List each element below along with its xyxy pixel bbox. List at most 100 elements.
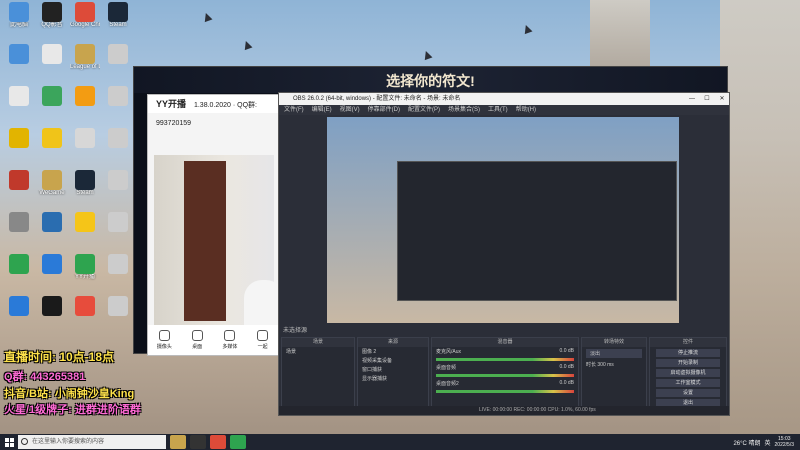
app-icon — [75, 296, 95, 316]
close-icon[interactable]: ✕ — [715, 93, 729, 105]
scene-item[interactable]: 场景 — [282, 347, 354, 356]
volume-meter[interactable] — [436, 374, 574, 377]
desktop-icon[interactable] — [4, 44, 34, 64]
virtual-camera-button[interactable]: 启动虚拟摄像机 — [656, 369, 720, 377]
windows-logo-icon — [4, 437, 14, 447]
desktop-icon[interactable] — [37, 128, 67, 148]
obs-menubar: 文件(F) 编辑(E) 视图(V) 停靠部件(D) 配置文件(P) 场景集合(S) 工具(T… — [279, 105, 729, 115]
app-icon — [75, 170, 95, 190]
desktop-icon[interactable] — [37, 212, 67, 232]
desktop-icon[interactable]: 此电脑 — [4, 2, 34, 29]
taskbar-clock[interactable]: 15:03 2022/5/3 — [775, 436, 794, 448]
app-icon — [42, 212, 62, 232]
desktop-icon[interactable] — [4, 170, 34, 190]
pigeon-decoration: ▲ — [237, 34, 257, 54]
obs-menu-item[interactable]: 视图(V) — [340, 105, 360, 115]
desktop-icon[interactable] — [4, 296, 34, 316]
weather-widget[interactable]: 26°C 晴朗 — [733, 438, 760, 447]
minimize-icon[interactable]: — — [685, 93, 699, 105]
live-time-overlay: 直播时间: 10点-18点 — [4, 350, 115, 364]
desktop-icon[interactable] — [103, 86, 133, 106]
desktop-icon-label: 此电脑 — [9, 22, 28, 28]
obs-menu-item[interactable]: 文件(F) — [284, 105, 304, 115]
taskbar-app-obs[interactable] — [190, 435, 206, 449]
transitions-dock: 转场特效 淡出 时长 300 ms — [581, 337, 647, 413]
desktop-icon[interactable] — [103, 44, 133, 64]
desktop-icon[interactable] — [103, 212, 133, 232]
controls-dock-title: 控件 — [650, 338, 726, 347]
desktop-icon-label: QQ影音 — [41, 22, 63, 28]
start-recording-button[interactable]: 开始录制 — [656, 359, 720, 367]
obs-menu-item[interactable]: 停靠部件(D) — [368, 105, 400, 115]
audio-mixer-dock: 混音器 麦克风/Aux 0.0 dB 桌面音频 0.0 dB 桌面音频2 0.0… — [431, 337, 579, 413]
desktop-icon[interactable] — [37, 296, 67, 316]
app-icon — [75, 44, 95, 64]
search-placeholder: 在这里输入你要搜索的内容 — [32, 439, 105, 445]
desktop-icon[interactable] — [70, 296, 100, 316]
desktop-icon[interactable] — [4, 128, 34, 148]
yy-toolbar-button[interactable]: 多媒体 — [218, 330, 242, 350]
source-item[interactable]: 窗口捕获 — [358, 365, 428, 374]
desktop-icon[interactable]: YY开播 — [70, 254, 100, 281]
settings-button[interactable]: 设置 — [656, 389, 720, 397]
stop-streaming-button[interactable]: 停止推流 — [656, 349, 720, 357]
taskbar-app-yy[interactable] — [230, 435, 246, 449]
mixer-dock-title: 混音器 — [432, 338, 578, 347]
taskbar-app-lol[interactable] — [170, 435, 186, 449]
desktop-icon[interactable]: Google Chrome — [70, 2, 100, 29]
pigeon-decoration: ▲ — [517, 18, 537, 38]
desktop-icon-label: Google Chrome — [70, 22, 100, 28]
source-item[interactable]: 图像 2 — [358, 347, 428, 356]
desktop-icon[interactable] — [4, 86, 34, 106]
yy-toolbar-icon — [257, 330, 269, 341]
obs-menu-item[interactable]: 配置文件(P) — [408, 105, 440, 115]
obs-menu-item[interactable]: 工具(T) — [488, 105, 508, 115]
desktop-icon[interactable]: Steam — [70, 170, 100, 197]
yy-toolbar-button[interactable]: 摄像头 — [152, 330, 176, 350]
desktop-icon[interactable] — [37, 254, 67, 274]
desktop-icon[interactable] — [103, 296, 133, 316]
desktop-icon[interactable] — [103, 254, 133, 274]
source-item[interactable]: 视频采集设备 — [358, 356, 428, 365]
taskbar-app-chrome[interactable] — [210, 435, 226, 449]
app-icon — [9, 86, 29, 106]
start-button[interactable] — [0, 434, 18, 450]
ime-indicator[interactable]: 英 — [765, 438, 771, 447]
maximize-icon[interactable]: ☐ — [700, 93, 714, 105]
desktop-icon[interactable] — [70, 212, 100, 232]
desktop-icon[interactable] — [4, 212, 34, 232]
desktop-icon[interactable]: WeGame — [37, 170, 67, 197]
desktop-icon[interactable]: Steam — [103, 2, 133, 29]
desktop-icon[interactable] — [37, 44, 67, 64]
obs-menu-item[interactable]: 编辑(E) — [312, 105, 332, 115]
desktop-icon[interactable] — [37, 86, 67, 106]
volume-meter[interactable] — [436, 390, 574, 393]
transition-duration[interactable]: 时长 300 ms — [582, 360, 646, 369]
obs-menu-item[interactable]: 帮助(H) — [516, 105, 536, 115]
desktop-icon[interactable]: QQ影音 — [37, 2, 67, 29]
app-icon — [9, 44, 29, 64]
clock-date: 2022/5/3 — [774, 442, 794, 448]
yy-toolbar-button[interactable]: 一起 — [251, 330, 275, 350]
yy-toolbar-button[interactable]: 桌面 — [185, 330, 209, 350]
app-icon — [42, 44, 62, 64]
desktop-icon[interactable] — [103, 170, 133, 190]
taskbar-search-input[interactable]: 在这里输入你要搜索的内容 — [18, 435, 166, 449]
desktop-icon[interactable] — [103, 128, 133, 148]
desktop-icon[interactable]: League of Legends — [70, 44, 100, 71]
desktop-icon[interactable] — [70, 128, 100, 148]
source-item[interactable]: 显示器捕获 — [358, 374, 428, 383]
nested-obs-capture — [397, 161, 677, 301]
desktop-icon[interactable] — [4, 254, 34, 274]
obs-preview-canvas[interactable] — [327, 117, 679, 323]
volume-meter[interactable] — [436, 358, 574, 361]
desktop-icon[interactable] — [70, 86, 100, 106]
obs-menu-item[interactable]: 场景集合(S) — [448, 105, 480, 115]
transition-select[interactable]: 淡出 — [586, 349, 642, 358]
obs-window: OBS 26.0.2 (64-bit, windows) - 配置文件: 未命名… — [278, 92, 730, 416]
app-icon — [9, 254, 29, 274]
cathedral-tower-right — [720, 0, 800, 434]
obs-status-bar: LIVE: 00:00:00 REC: 00:00:00 CPU: 1.0%, … — [279, 406, 729, 415]
yy-toolbar-label: 桌面 — [192, 344, 203, 350]
studio-mode-button[interactable]: 工作室模式 — [656, 379, 720, 387]
